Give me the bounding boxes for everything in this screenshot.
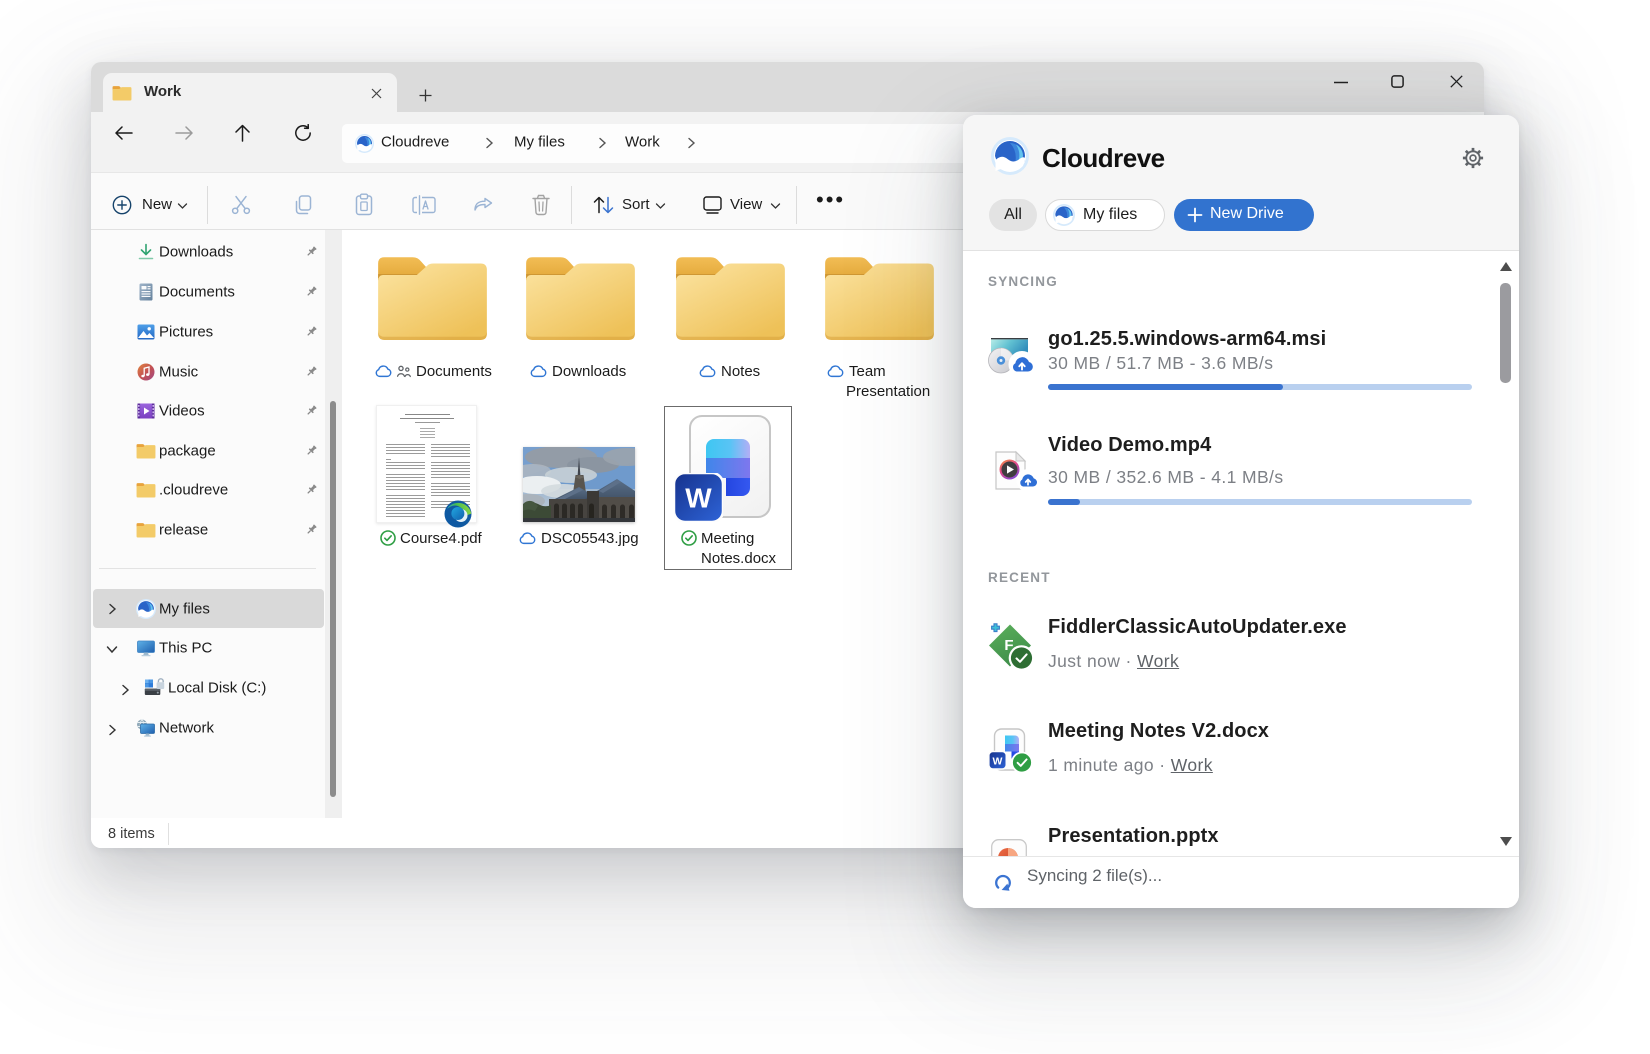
svg-text:W: W: [993, 756, 1003, 768]
svg-text:W: W: [685, 483, 712, 514]
